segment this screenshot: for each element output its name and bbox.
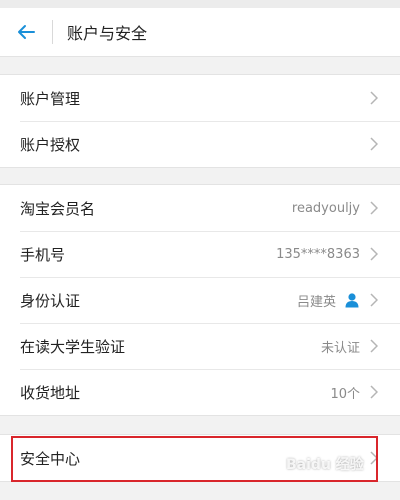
- row-label: 手机号: [20, 245, 66, 264]
- account-group: 账户管理 账户授权: [0, 74, 400, 168]
- status-bar: [0, 0, 400, 8]
- student-verification-row[interactable]: 在读大学生验证 未认证: [0, 323, 400, 369]
- chevron-right-icon: [370, 91, 378, 105]
- row-label: 在读大学生验证: [20, 337, 126, 356]
- profile-group: 淘宝会员名 readyouljy 手机号 135****8363 身份认证 吕建…: [0, 184, 400, 416]
- header-divider: [52, 20, 53, 44]
- row-label: 身份认证: [20, 291, 81, 310]
- page-title: 账户与安全: [67, 24, 148, 43]
- back-button[interactable]: [0, 8, 52, 56]
- chevron-right-icon: [370, 339, 378, 353]
- shipping-address-value: 10个: [330, 386, 360, 402]
- row-label: 收货地址: [20, 383, 81, 402]
- identity-row[interactable]: 身份认证 吕建英: [0, 277, 400, 323]
- identity-value-wrap: 吕建英: [297, 291, 360, 310]
- row-label: 账户管理: [20, 89, 81, 108]
- chevron-right-icon: [370, 385, 378, 399]
- member-name-row[interactable]: 淘宝会员名 readyouljy: [0, 185, 400, 231]
- account-authorization-row[interactable]: 账户授权: [0, 121, 400, 167]
- person-verified-icon: [345, 293, 359, 308]
- watermark: Baidu 经验: [286, 457, 364, 473]
- identity-value: 吕建英: [296, 294, 336, 310]
- top-bar: 账户与安全: [0, 8, 400, 57]
- phone-row[interactable]: 手机号 135****8363: [0, 231, 400, 277]
- chevron-right-icon: [370, 137, 378, 151]
- account-management-row[interactable]: 账户管理: [0, 75, 400, 121]
- row-label: 账户授权: [20, 135, 81, 154]
- shipping-address-row[interactable]: 收货地址 10个: [0, 369, 400, 415]
- chevron-right-icon: [370, 201, 378, 215]
- back-arrow-icon: [18, 25, 35, 39]
- chevron-right-icon: [370, 293, 378, 307]
- row-label: 淘宝会员名: [20, 199, 96, 218]
- student-verification-value: 未认证: [320, 340, 360, 356]
- member-name-value: readyouljy: [291, 200, 360, 216]
- phone-value: 135****8363: [276, 246, 360, 262]
- chevron-right-icon: [370, 247, 378, 261]
